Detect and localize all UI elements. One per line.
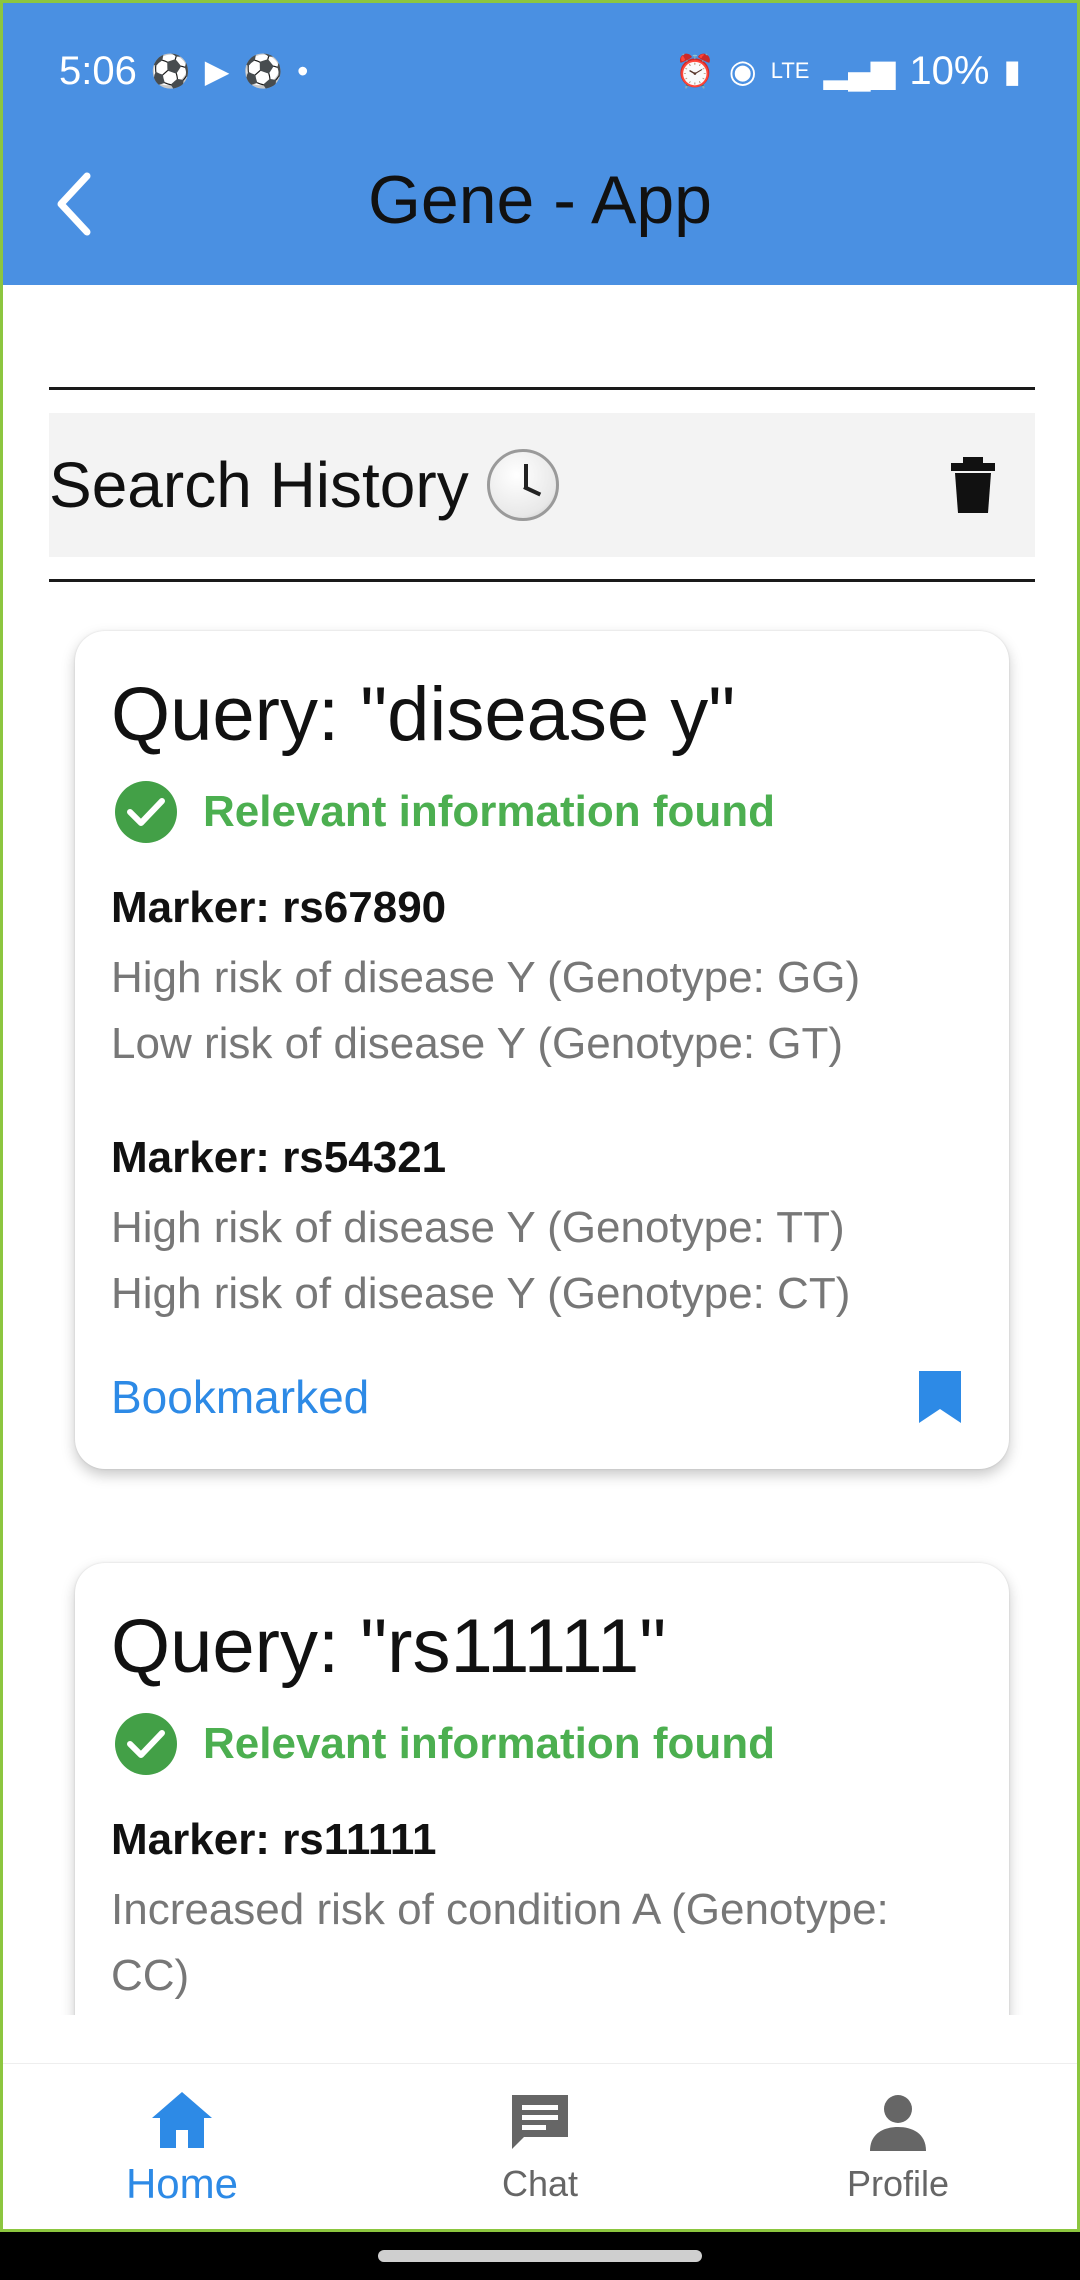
marker-line: High risk of disease Y (Genotype: CT) [111,1269,851,1318]
page-title: Gene - App [367,162,713,238]
status-bar: 5:06 ⚽ ▶ ⚽ • ⏰ ◉ LTE ▂▄▆ 10% ▮ [59,41,1021,101]
history-title: Search History [49,449,469,521]
marker-block: Marker: rs67890 High risk of disease Y (… [111,883,973,1077]
gesture-bar[interactable] [378,2250,702,2262]
bookmark-icon[interactable] [917,1369,963,1425]
marker-title: Marker: rs11111 [111,1815,437,1864]
bottom-navigation: Home Chat Profile [3,2063,1077,2229]
check-circle-icon [115,781,177,843]
history-header: Search History [49,413,1035,557]
marker-title: Marker: rs54321 [111,1133,447,1182]
divider [49,579,1035,582]
soccer-icon: ⚽ [150,53,191,89]
marker-line: High risk of disease Y (Genotype: GG) [111,953,861,1002]
person-icon [870,2094,926,2151]
divider [49,387,1035,390]
nav-home-label: Home [125,2159,239,2207]
history-card[interactable]: Query: "disease y" Relevant information … [75,631,1009,1469]
main-content[interactable]: Search History Query: "disease y" Releva… [3,285,1077,2015]
status-time: 5:06 [59,48,137,93]
nav-home[interactable]: Home [32,2086,332,2208]
marker-title: Marker: rs67890 [111,883,447,932]
found-label: Relevant information found [203,787,775,836]
query-text: Query: "rs11111" [111,1604,667,1689]
dot-icon: • [297,52,309,89]
clock-icon [486,449,559,521]
marker-block: Marker: rs54321 High risk of disease Y (… [111,1133,973,1327]
screen: 5:06 ⚽ ▶ ⚽ • ⏰ ◉ LTE ▂▄▆ 10% ▮ Gene - Ap… [0,0,1080,2232]
card-footer: Bookmarked [111,1369,973,1469]
found-status: Relevant information found [111,781,973,843]
chat-icon [512,2094,568,2149]
hotspot-icon: ◉ [728,53,757,89]
lte-icon: LTE [770,58,810,83]
youtube-icon: ▶ [204,53,230,89]
home-icon [152,2091,212,2148]
query-text: Query: "disease y" [111,672,736,757]
soccer-icon: ⚽ [243,53,284,89]
battery-percent: 10% [909,48,990,93]
nav-profile[interactable]: Profile [748,2089,1048,2205]
nav-profile-label: Profile [846,2162,950,2204]
check-circle-icon [115,1713,177,1775]
battery-icon: ▮ [1003,53,1021,89]
signal-icon: ▂▄▆ [823,53,896,89]
marker-line: Low risk of disease Y (Genotype: GT) [111,1019,844,1068]
nav-chat[interactable]: Chat [390,2089,690,2205]
found-label: Relevant information found [203,1719,775,1768]
history-card[interactable]: Query: "rs11111" Relevant information fo… [75,1563,1009,2015]
nav-chat-label: Chat [501,2162,579,2204]
alarm-icon: ⏰ [674,53,715,89]
found-status: Relevant information found [111,1713,973,1775]
trash-icon[interactable] [951,457,995,513]
marker-line: High risk of disease Y (Genotype: TT) [111,1203,845,1252]
marker-block: Marker: rs11111 Increased risk of condit… [111,1815,973,2009]
marker-line: Increased risk of condition A (Genotype:… [111,1885,889,2000]
app-bar: 5:06 ⚽ ▶ ⚽ • ⏰ ◉ LTE ▂▄▆ 10% ▮ Gene - Ap… [3,3,1077,285]
bookmarked-label[interactable]: Bookmarked [111,1370,369,1424]
